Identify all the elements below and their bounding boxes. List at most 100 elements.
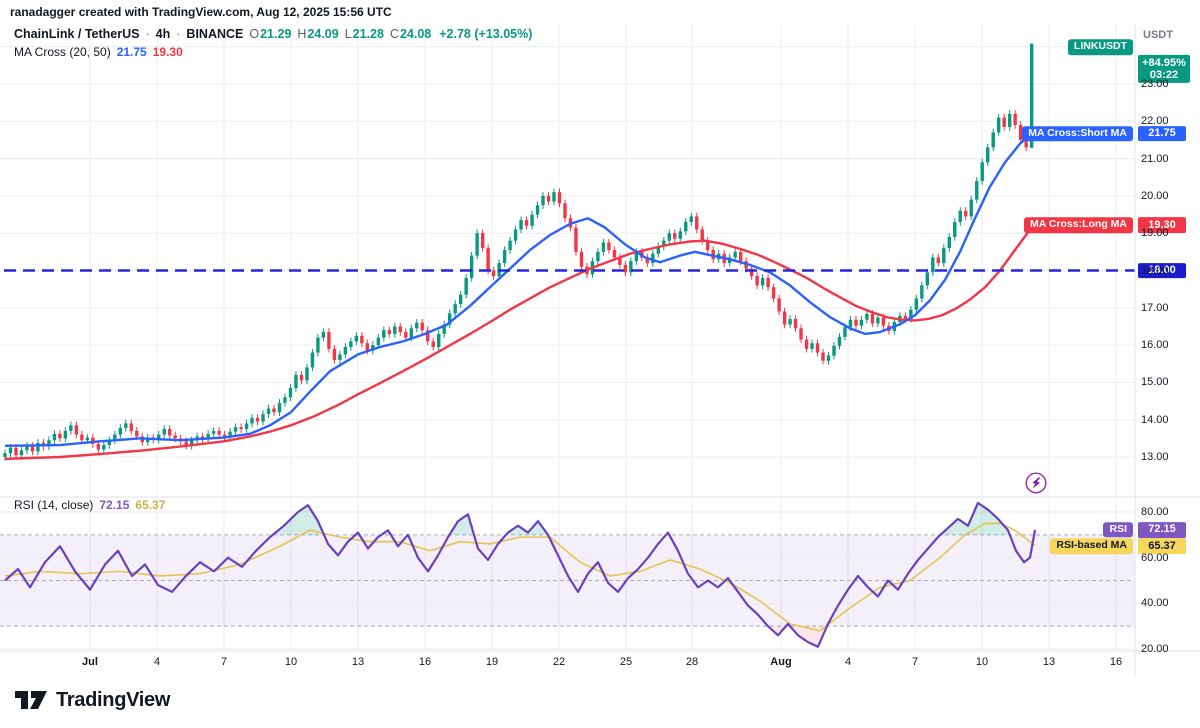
- candle-body: [130, 423, 133, 430]
- chart-canvas[interactable]: [0, 0, 1200, 728]
- tradingview-logo[interactable]: TradingView: [14, 688, 170, 712]
- candle-body: [464, 278, 467, 295]
- candle-body: [239, 427, 242, 429]
- candle-body: [948, 237, 951, 248]
- rsi-legend-value: 72.15: [99, 498, 129, 512]
- candle-body: [267, 409, 270, 415]
- candle-body: [168, 429, 171, 435]
- candle-body: [849, 320, 852, 327]
- candle-body: [766, 278, 769, 287]
- price-tick-label: 22.00: [1141, 115, 1169, 127]
- legend-separator: ·: [176, 27, 180, 41]
- candle-body: [574, 228, 577, 252]
- rsi-tick-label: 80.00: [1141, 506, 1169, 518]
- symbol-legend[interactable]: ChainLink / TetherUS · 4h · BINANCE O21.…: [14, 27, 532, 41]
- price-tick-label: 23.00: [1141, 78, 1169, 90]
- candle-body: [794, 319, 797, 328]
- candle-body: [459, 295, 462, 304]
- candle-body: [470, 256, 473, 278]
- attribution-text: ranadagger created with TradingView.com,…: [10, 5, 392, 19]
- candle-body: [739, 252, 742, 261]
- candle-body: [393, 326, 396, 333]
- candle-body: [816, 343, 819, 352]
- axis-currency-label: USDT: [1143, 29, 1173, 41]
- candle-body: [256, 418, 259, 422]
- candle-body: [80, 435, 83, 441]
- time-tick-label: 13: [352, 656, 364, 668]
- candle-body: [783, 312, 786, 325]
- time-tick-label: 10: [976, 656, 988, 668]
- candle-body: [810, 343, 813, 349]
- candle-body: [283, 397, 286, 403]
- time-tick-label: 4: [845, 656, 851, 668]
- candle-body: [58, 434, 61, 438]
- candle-body: [9, 448, 12, 454]
- candle-body: [788, 319, 791, 325]
- rsi-axis-badge: 72.15: [1138, 522, 1186, 538]
- candle-body: [536, 205, 539, 214]
- candle-body: [964, 211, 967, 217]
- candle-body: [75, 425, 78, 434]
- candle-body: [300, 375, 303, 381]
- candle-body: [437, 334, 440, 347]
- candle-body: [805, 340, 808, 349]
- ma-long-legend-value: 19.30: [153, 45, 183, 59]
- ma-cross-label[interactable]: MA Cross (20, 50): [14, 45, 111, 59]
- ohlc-open: O21.29: [249, 27, 291, 41]
- rsi-tick-label: 40.00: [1141, 597, 1169, 609]
- rsi-tick-label: 20.00: [1141, 643, 1169, 655]
- candle-body: [821, 353, 824, 361]
- candle-body: [64, 431, 67, 438]
- ma-cross-legend[interactable]: MA Cross (20, 50) 21.75 19.30: [14, 45, 183, 59]
- lightning-icon: [1025, 472, 1047, 494]
- candle-body: [772, 287, 775, 298]
- candle-body: [937, 257, 940, 263]
- rsi-label[interactable]: RSI (14, close): [14, 498, 93, 512]
- time-tick-label: Jul: [82, 656, 98, 668]
- time-tick-label: Aug: [770, 656, 791, 668]
- candle-body: [514, 229, 517, 240]
- candle-body: [261, 414, 264, 421]
- ma-long-line: [5, 222, 1035, 459]
- candle-body: [701, 229, 704, 240]
- flash-marker-button[interactable]: [1025, 472, 1047, 494]
- candle-body: [1008, 114, 1011, 127]
- time-tick-label: 25: [620, 656, 632, 668]
- candle-body: [871, 314, 874, 324]
- candle-body: [986, 147, 989, 162]
- candle-body: [212, 431, 215, 434]
- candle-body: [926, 272, 929, 285]
- candle-body: [624, 265, 627, 272]
- candle-body: [14, 448, 17, 455]
- candle-body: [832, 346, 835, 356]
- ma-long-plot-label: MA Cross:Long MA: [1024, 217, 1133, 233]
- change-value: +2.78 (+13.05%): [439, 27, 532, 41]
- candle-body: [668, 233, 671, 240]
- candle-body: [3, 453, 6, 457]
- candle-body: [421, 323, 424, 330]
- time-tick-label: 28: [686, 656, 698, 668]
- exchange-label: BINANCE: [186, 27, 243, 41]
- candle-body: [382, 330, 385, 337]
- symbol-title[interactable]: ChainLink / TetherUS: [14, 27, 139, 41]
- candle-body: [294, 375, 297, 388]
- candle-body: [278, 403, 281, 412]
- interval-label[interactable]: 4h: [156, 27, 171, 41]
- candle-body: [173, 435, 176, 438]
- price-tick-label: 13.00: [1141, 451, 1169, 463]
- candle-body: [975, 181, 978, 200]
- candle-body: [854, 320, 857, 326]
- candle-body: [360, 336, 363, 343]
- candle-body: [684, 222, 687, 231]
- candle-body: [20, 450, 23, 455]
- rsi-ma-legend-value: 65.37: [135, 498, 165, 512]
- candle-body: [481, 233, 484, 248]
- candle-body: [53, 434, 56, 440]
- candle-body: [596, 252, 599, 261]
- candle-body: [338, 354, 341, 360]
- candle-body: [860, 320, 863, 326]
- price-tick-label: 17.00: [1141, 302, 1169, 314]
- candle-body: [997, 118, 1000, 133]
- candle-body: [679, 231, 682, 238]
- rsi-legend[interactable]: RSI (14, close) 72.15 65.37: [14, 498, 165, 512]
